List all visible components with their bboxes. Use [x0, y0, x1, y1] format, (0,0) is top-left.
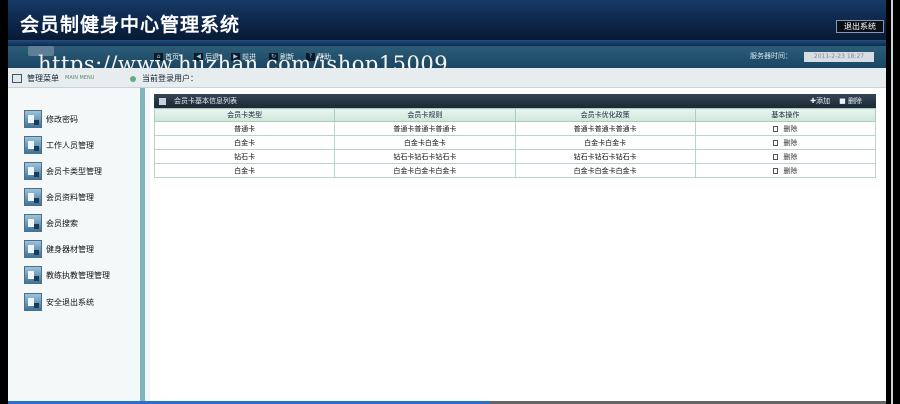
menu-item-icon [24, 293, 42, 311]
current-user: 当前登录用户： [130, 73, 198, 84]
trash-icon [773, 139, 779, 146]
cell-policy: 白金卡白金卡 [514, 135, 696, 150]
menu-item-icon [24, 266, 42, 284]
delete-button-label: 删除 [848, 97, 862, 105]
current-user-label: 当前登录用户： [142, 74, 198, 83]
sidebar-item-equipment[interactable]: 健身器材管理 [24, 240, 110, 258]
user-status-icon [130, 75, 136, 82]
main-content: 会员卡基本信息列表 ✚添加 ■ 删除 会员卡类型 会员卡规则 会员卡优化政策 基… [150, 88, 886, 404]
app-title: 会员制健身中心管理系统 [20, 14, 241, 36]
right-border [886, 0, 900, 404]
card-list-panel: 会员卡基本信息列表 ✚添加 ■ 删除 会员卡类型 会员卡规则 会员卡优化政策 基… [153, 94, 877, 178]
table-row: 白金卡 白金卡白金卡 白金卡白金卡 删除 [153, 135, 877, 150]
sidebar-item-label: 安全退出系统 [46, 297, 94, 307]
delete-button[interactable]: ■ 删除 [839, 96, 862, 106]
sidebar-item-staff[interactable]: 工作人员管理 [24, 136, 110, 154]
trash-icon [773, 125, 779, 132]
header: 会员制健身中心管理系统 退出系统 [8, 0, 886, 46]
server-time-value: 2011-2-23 18:27 [804, 52, 874, 62]
cell-type: 钻石卡 [153, 149, 336, 164]
sidebar-item-label: 教练执教管理管理 [46, 270, 110, 280]
cell-rule: 白金卡白金卡白金卡 [334, 163, 516, 178]
panel-title: 会员卡基本信息列表 [174, 97, 237, 105]
cell-rule: 普通卡普通卡普通卡 [334, 121, 516, 136]
menu-header: 管理菜单 MAIN MENU [12, 71, 94, 85]
add-button[interactable]: ✚添加 [810, 96, 830, 106]
app-window: 会员制健身中心管理系统 退出系统 ⌂ 首页 ◀ 后退 ▶ 前进 ↻ 刷新 ? 帮… [8, 0, 886, 404]
menu-title-en: MAIN MENU [65, 75, 95, 81]
menu-item-icon [24, 188, 42, 206]
panel-header: 会员卡基本信息列表 ✚添加 ■ 删除 [154, 94, 876, 108]
menu-item-icon [24, 110, 42, 128]
sidebar-item-label: 工作人员管理 [46, 140, 94, 150]
column-header: 会员卡优化政策 [514, 108, 696, 122]
cell-type: 白金卡 [153, 135, 336, 150]
right-border-line [891, 0, 893, 404]
menu-item-icon [24, 240, 42, 258]
table-row: 钻石卡 钻石卡钻石卡钻石卡 钻石卡钻石卡钻石卡 删除 [153, 149, 877, 164]
row-delete-link[interactable]: 删除 [783, 153, 797, 161]
sidebar-item-label: 修改密码 [46, 114, 78, 124]
cell-operation: 删除 [694, 149, 877, 164]
cell-type: 白金卡 [153, 163, 336, 178]
trash-icon [773, 153, 779, 160]
menu-item-icon [24, 162, 42, 180]
table-row: 白金卡 白金卡白金卡白金卡 白金卡白金卡白金卡 删除 [153, 163, 877, 178]
row-delete-link[interactable]: 删除 [783, 125, 797, 133]
column-header: 会员卡规则 [334, 108, 516, 122]
menu-icon [12, 73, 22, 83]
trash-icon [773, 167, 779, 174]
sidebar: 修改密码 工作人员管理 会员卡类型管理 会员资料管理 会员搜索 健身器材管理 教… [8, 88, 145, 404]
sidebar-item-label: 会员搜索 [46, 218, 78, 228]
logout-button[interactable]: 退出系统 [836, 20, 884, 33]
menu-item-icon [24, 214, 42, 232]
sub-header-bar: 管理菜单 MAIN MENU 当前登录用户： [8, 68, 886, 88]
sidebar-item-card-types[interactable]: 会员卡类型管理 [24, 162, 110, 180]
sidebar-item-label: 会员卡类型管理 [46, 166, 102, 176]
card-table: 会员卡类型 会员卡规则 会员卡优化政策 基本操作 普通卡 普通卡普通卡普通卡 普… [153, 108, 877, 178]
cell-rule: 钻石卡钻石卡钻石卡 [334, 149, 516, 164]
delete-icon: ■ [839, 97, 848, 105]
cell-policy: 钻石卡钻石卡钻石卡 [514, 149, 696, 164]
column-header: 基本操作 [694, 108, 877, 122]
server-time-label: 服务器时间： [750, 52, 792, 60]
cell-rule: 白金卡白金卡 [334, 135, 516, 150]
column-header: 会员卡类型 [153, 108, 336, 122]
sidebar-item-logout[interactable]: 安全退出系统 [24, 293, 110, 311]
add-button-label: 添加 [816, 97, 830, 105]
cell-operation: 删除 [694, 163, 877, 178]
menu-item-icon [24, 136, 42, 154]
cell-type: 普通卡 [153, 121, 336, 136]
sidebar-item-label: 健身器材管理 [46, 244, 94, 254]
table-row: 普通卡 普通卡普通卡普通卡 普通卡普通卡普通卡 删除 [153, 121, 877, 136]
cell-policy: 普通卡普通卡普通卡 [514, 121, 696, 136]
table-header-row: 会员卡类型 会员卡规则 会员卡优化政策 基本操作 [153, 108, 877, 122]
sidebar-item-coaching[interactable]: 教练执教管理管理 [24, 266, 110, 284]
menu-title: 管理菜单 [27, 73, 59, 83]
sidebar-item-label: 会员资料管理 [46, 192, 94, 202]
list-icon [159, 97, 166, 105]
row-delete-link[interactable]: 删除 [783, 139, 797, 147]
sidebar-item-member-info[interactable]: 会员资料管理 [24, 188, 110, 206]
cell-operation: 删除 [694, 121, 877, 136]
cell-operation: 删除 [694, 135, 877, 150]
row-delete-link[interactable]: 删除 [783, 167, 797, 175]
cell-policy: 白金卡白金卡白金卡 [514, 163, 696, 178]
sidebar-item-change-password[interactable]: 修改密码 [24, 110, 110, 128]
sidebar-item-member-search[interactable]: 会员搜索 [24, 214, 110, 232]
